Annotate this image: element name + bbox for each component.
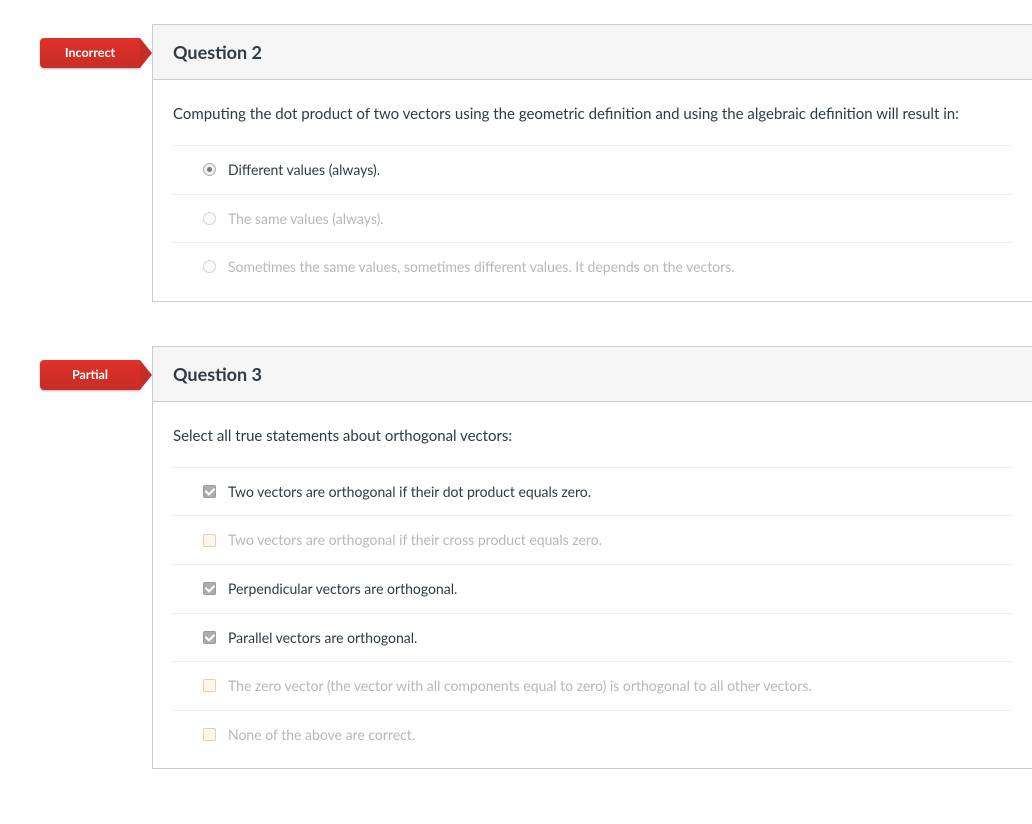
question-prompt: Select all true statements about orthogo…	[173, 427, 1012, 467]
question-header: Question 2	[153, 25, 1032, 80]
answer-text: Different values (always).	[228, 160, 380, 180]
checkbox-icon	[203, 728, 216, 741]
checkbox-icon	[203, 534, 216, 547]
answer-text: Perpendicular vectors are orthogonal.	[228, 579, 457, 599]
answer-text: Two vectors are orthogonal if their cros…	[228, 530, 602, 550]
checkbox-icon	[203, 485, 216, 498]
checkbox-icon	[203, 631, 216, 644]
status-badge-partial: Partial	[40, 360, 140, 390]
answer-option: Two vectors are orthogonal if their dot …	[173, 467, 1012, 516]
question-title: Question 2	[173, 41, 1012, 63]
answer-option: Perpendicular vectors are orthogonal.	[173, 564, 1012, 613]
answer-option: The same values (always).	[173, 194, 1012, 243]
answer-option: The zero vector (the vector with all com…	[173, 661, 1012, 710]
answer-option: Parallel vectors are orthogonal.	[173, 613, 1012, 662]
question-body: Computing the dot product of two vectors…	[153, 80, 1032, 301]
question-card: Question 3 Select all true statements ab…	[152, 346, 1032, 770]
radio-icon	[203, 212, 216, 225]
answer-option: Sometimes the same values, sometimes dif…	[173, 242, 1012, 291]
question-body: Select all true statements about orthogo…	[153, 402, 1032, 769]
radio-icon	[203, 260, 216, 273]
quiz-container: Incorrect Question 2 Computing the dot p…	[0, 0, 1032, 769]
checkbox-icon	[203, 679, 216, 692]
question-block: Incorrect Question 2 Computing the dot p…	[152, 24, 1032, 302]
status-badge-incorrect: Incorrect	[40, 38, 140, 68]
answer-text: None of the above are correct.	[228, 725, 415, 745]
answer-option: None of the above are correct.	[173, 710, 1012, 759]
question-title: Question 3	[173, 363, 1012, 385]
radio-icon	[203, 163, 216, 176]
answer-text: The same values (always).	[228, 209, 384, 229]
checkbox-icon	[203, 582, 216, 595]
answer-option: Different values (always).	[173, 145, 1012, 194]
answer-text: The zero vector (the vector with all com…	[228, 676, 812, 696]
answer-text: Parallel vectors are orthogonal.	[228, 628, 417, 648]
answer-text: Sometimes the same values, sometimes dif…	[228, 257, 735, 277]
question-card: Question 2 Computing the dot product of …	[152, 24, 1032, 302]
answer-text: Two vectors are orthogonal if their dot …	[228, 482, 591, 502]
answer-option: Two vectors are orthogonal if their cros…	[173, 515, 1012, 564]
question-prompt: Computing the dot product of two vectors…	[173, 105, 1012, 145]
question-header: Question 3	[153, 347, 1032, 402]
question-block: Partial Question 3 Select all true state…	[152, 346, 1032, 770]
